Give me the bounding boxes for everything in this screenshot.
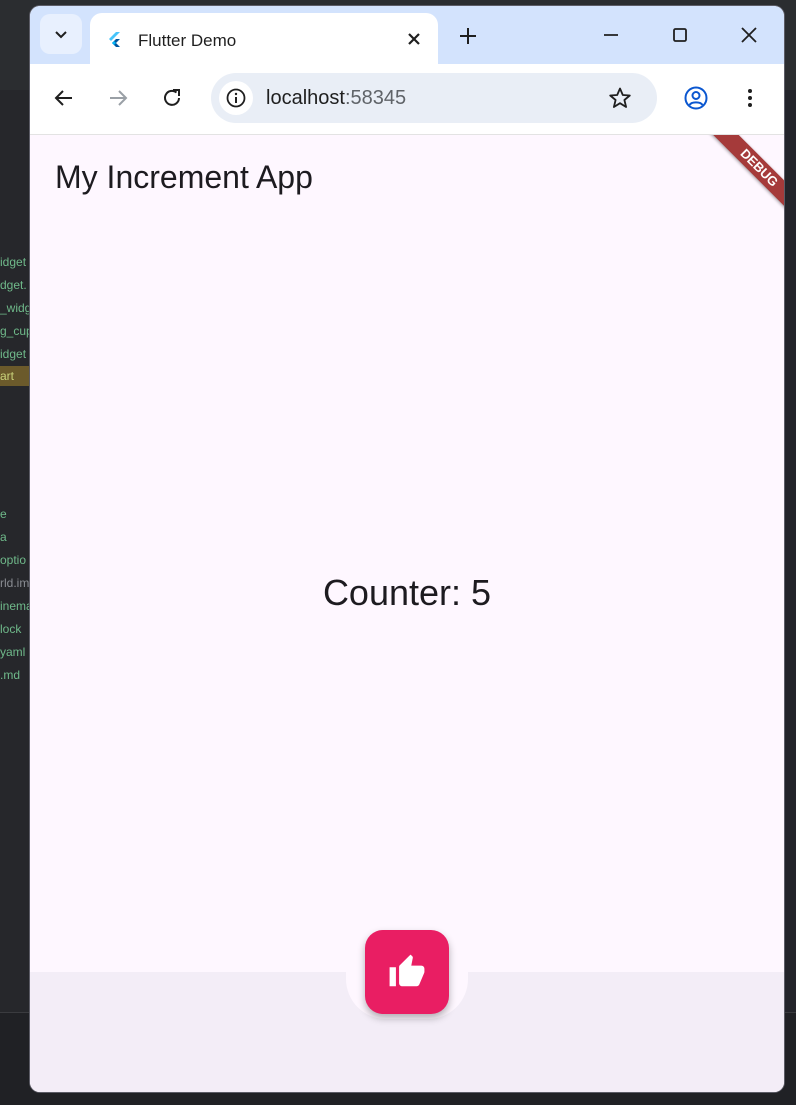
ide-file-item[interactable]: inema (0, 596, 30, 616)
ide-file-item[interactable]: yaml (0, 642, 30, 662)
ide-file-item[interactable]: _widg (0, 298, 30, 318)
address-bar[interactable]: localhost:58345 (211, 73, 657, 123)
ide-file-item[interactable]: dget. (0, 275, 30, 295)
minimize-icon[interactable] (596, 20, 626, 50)
ide-file-item-selected[interactable]: art (0, 366, 30, 386)
counter-text: Counter: 5 (322, 572, 492, 613)
flutter-logo-icon (109, 32, 120, 47)
ide-file-item[interactable]: optio (0, 550, 30, 570)
maximize-icon[interactable] (665, 20, 695, 50)
close-window-icon[interactable] (734, 20, 764, 50)
ide-file-item[interactable]: g_cup (0, 321, 30, 341)
close-icon[interactable] (404, 29, 424, 49)
browser-toolbar: localhost:58345 (30, 64, 784, 135)
plus-icon[interactable] (454, 22, 482, 50)
url-port: :58345 (344, 87, 407, 109)
forward-arrow-icon[interactable] (106, 86, 130, 110)
ide-file-item[interactable]: .md (0, 665, 30, 685)
ide-file-item[interactable]: idget (0, 252, 30, 272)
ide-file-item[interactable]: e (0, 504, 30, 524)
thumb-up-icon (389, 954, 425, 987)
ide-file-item[interactable]: a (0, 527, 30, 547)
ide-right-gutter (784, 90, 796, 1012)
info-icon (226, 88, 246, 108)
more-vertical-icon[interactable] (738, 86, 762, 110)
increment-fab-button[interactable] (365, 930, 449, 1014)
tab-title: Flutter Demo (138, 31, 237, 50)
ide-file-item[interactable]: rld.im (0, 573, 30, 593)
site-info-button[interactable] (219, 81, 253, 115)
app-bar-title: My Increment App (55, 159, 313, 195)
ide-file-tree: idget dget. _widg g_cup idget art e a op… (0, 90, 30, 1104)
back-arrow-icon[interactable] (52, 86, 76, 110)
profile-icon[interactable] (684, 86, 708, 110)
tab-search-button[interactable] (40, 14, 82, 54)
browser-window: Flutter Demo localhost:58345 My Incremen… (30, 6, 784, 1092)
chevron-down-icon (55, 31, 67, 39)
star-icon[interactable] (608, 86, 632, 110)
flutter-app-surface: My Increment App DEBUG Counter: 5 (30, 135, 784, 1092)
debug-banner: DEBUG (699, 135, 784, 228)
reload-icon[interactable] (160, 86, 184, 110)
browser-tab-active[interactable]: Flutter Demo (90, 13, 438, 64)
url-host: localhost (266, 87, 345, 109)
tab-strip: Flutter Demo (30, 6, 784, 64)
ide-file-item[interactable]: idget (0, 344, 30, 364)
url-text: localhost:58345 (266, 87, 406, 110)
ide-file-item[interactable]: lock (0, 619, 30, 639)
